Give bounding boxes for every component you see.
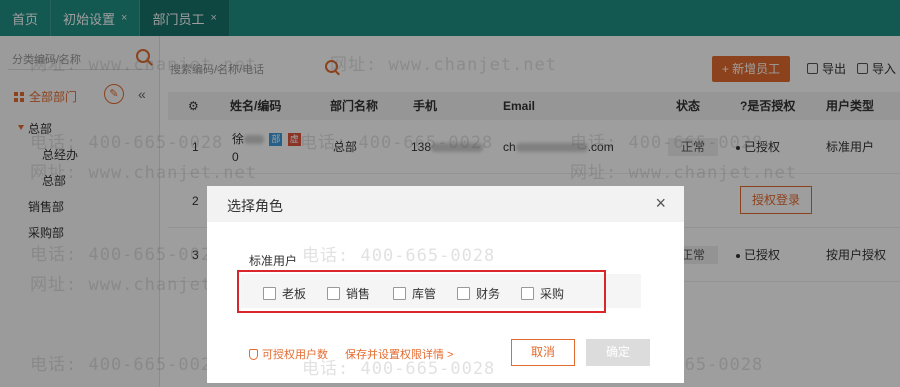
role-checkbox-boss[interactable]: 老板: [263, 285, 306, 302]
checkbox[interactable]: [263, 287, 276, 300]
dialog-header: 选择角色 ×: [207, 186, 684, 222]
role-checkbox-purchasing[interactable]: 采购: [521, 285, 564, 302]
role-label: 老板: [282, 287, 307, 301]
checkbox[interactable]: [393, 287, 406, 300]
role-checkbox-finance[interactable]: 财务: [457, 285, 500, 302]
checkbox[interactable]: [521, 287, 534, 300]
checkbox[interactable]: [457, 287, 470, 300]
confirm-button[interactable]: 确定: [586, 339, 650, 366]
role-checkbox-sales[interactable]: 销售: [327, 285, 370, 302]
authorizable-users-link[interactable]: 可授权用户数: [249, 346, 328, 362]
select-role-dialog: 选择角色 × 电话: 400-665-0028 网址: www.chanjet.…: [207, 186, 684, 383]
watermark-phone: 电话: 400-665-0028: [302, 246, 496, 266]
cancel-button[interactable]: 取消: [511, 339, 575, 366]
role-label: 财务: [476, 287, 501, 301]
role-checkbox-warehouse[interactable]: 库管: [393, 285, 436, 302]
close-icon[interactable]: ×: [655, 193, 666, 214]
role-label: 销售: [346, 287, 371, 301]
dialog-title: 选择角色: [227, 198, 283, 214]
role-label: 采购: [540, 287, 565, 301]
checkbox[interactable]: [327, 287, 340, 300]
authorizable-users-label: 可授权用户数: [262, 349, 328, 361]
role-label: 库管: [412, 287, 437, 301]
shield-icon: [249, 348, 258, 360]
section-label: 标准用户: [249, 254, 298, 268]
save-and-set-permissions-link[interactable]: 保存并设置权限详情 >: [345, 346, 453, 362]
